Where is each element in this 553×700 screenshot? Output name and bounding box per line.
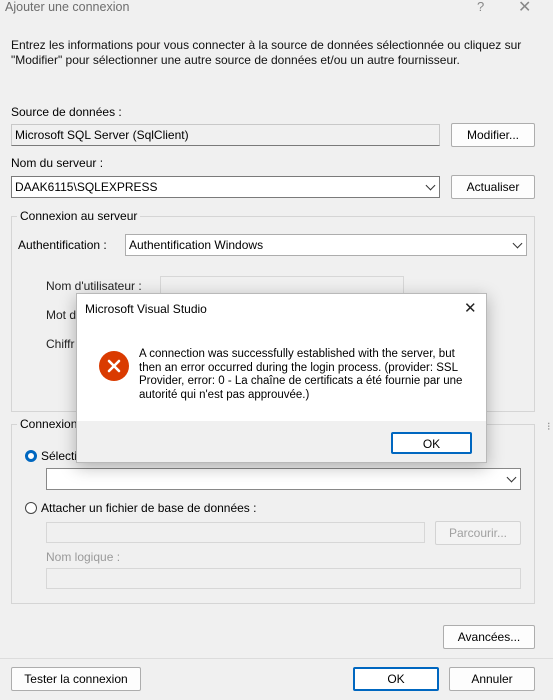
database-combobox[interactable] <box>46 468 521 490</box>
auth-label: Authentification : <box>18 238 107 252</box>
password-label: Mot d <box>46 308 77 322</box>
close-button[interactable]: ✕ <box>518 0 531 17</box>
datasource-label: Source de données : <box>11 105 122 119</box>
help-button[interactable]: ? <box>477 0 484 14</box>
server-combobox[interactable]: DAAK6115\SQLEXPRESS <box>11 176 440 198</box>
advanced-button[interactable]: Avancées... <box>443 625 535 649</box>
cancel-button[interactable]: Annuler <box>449 667 535 691</box>
intro-text: Entrez les informations pour vous connec… <box>11 38 522 67</box>
test-connection-button[interactable]: Tester la connexion <box>11 667 141 691</box>
encrypt-label: Chiffr <box>46 337 75 351</box>
chevron-down-icon[interactable] <box>425 180 436 191</box>
dialog-message: A connection was successfully establishe… <box>139 348 463 401</box>
error-icon <box>99 351 129 381</box>
modify-button[interactable]: Modifier... <box>451 123 535 147</box>
select-database-radio[interactable] <box>25 450 37 462</box>
auth-combobox[interactable]: Authentification Windows <box>125 234 527 256</box>
footer-divider <box>0 658 553 659</box>
attach-file-label: Attacher un fichier de base de données : <box>41 501 257 515</box>
title-bar: Ajouter une connexion ? ✕ <box>0 0 553 18</box>
attach-file-field <box>46 522 425 543</box>
ok-button[interactable]: OK <box>353 667 439 691</box>
window-title: Ajouter une connexion <box>5 0 130 14</box>
browse-button[interactable]: Parcourir... <box>435 521 521 545</box>
background-window-edge: ⁝ <box>547 421 551 433</box>
chevron-down-icon[interactable] <box>512 238 523 249</box>
attach-file-radio[interactable] <box>25 502 37 514</box>
refresh-button[interactable]: Actualiser <box>451 175 535 199</box>
auth-value: Authentification Windows <box>129 238 264 252</box>
server-label: Nom du serveur : <box>11 156 104 170</box>
server-value: DAAK6115\SQLEXPRESS <box>15 180 158 194</box>
datasource-field: Microsoft SQL Server (SqlClient) <box>11 124 440 146</box>
dialog-title: Microsoft Visual Studio <box>85 302 207 316</box>
error-dialog: Microsoft Visual Studio ✕ A connection w… <box>76 293 487 463</box>
server-connection-group-label: Connexion au serveur <box>17 209 141 223</box>
dialog-close-button[interactable]: ✕ <box>464 299 477 317</box>
username-label: Nom d'utilisateur : <box>46 279 142 293</box>
logical-name-field <box>46 568 521 589</box>
chevron-down-icon[interactable] <box>506 472 517 483</box>
dialog-ok-button[interactable]: OK <box>391 432 472 454</box>
select-database-label: Sélecti <box>41 449 78 463</box>
logical-name-label: Nom logique : <box>46 550 121 564</box>
database-connection-group-label: Connexion <box>17 417 81 431</box>
